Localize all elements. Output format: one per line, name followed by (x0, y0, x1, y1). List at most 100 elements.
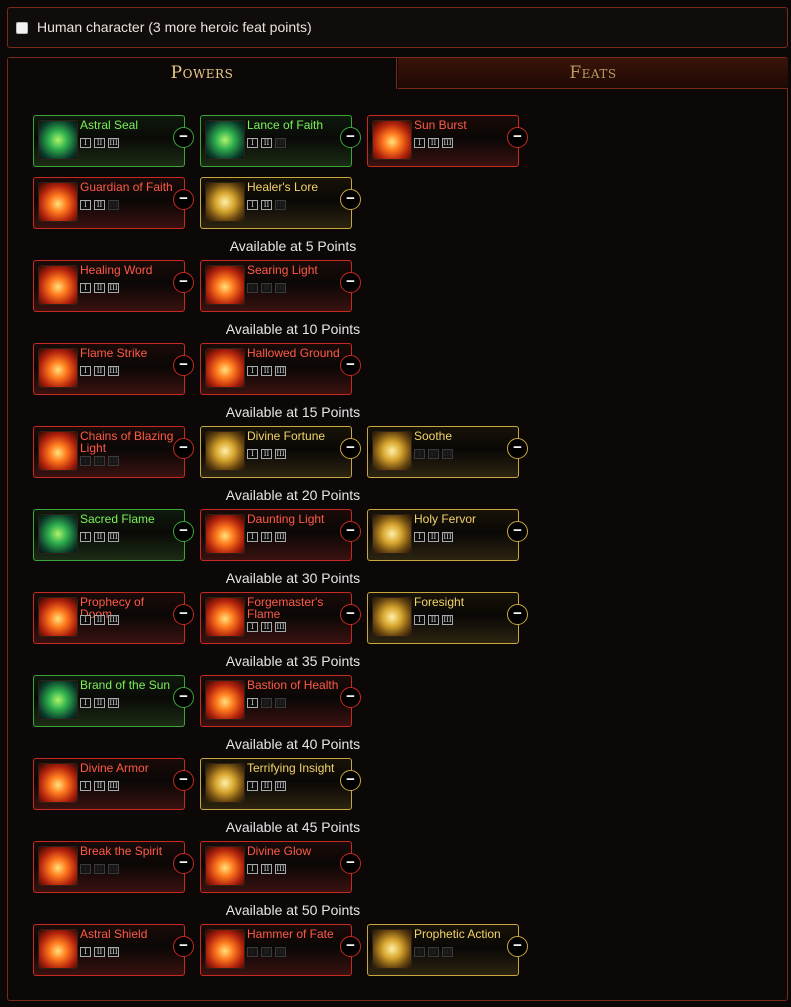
power-card-prophetic-action[interactable]: Prophetic Action I II III − (367, 924, 528, 976)
rank-3-button[interactable]: III (442, 532, 453, 542)
power-card-divine-armor[interactable]: Divine Armor I II III − (33, 758, 194, 810)
rank-1-button[interactable]: I (247, 449, 258, 459)
power-card-prophecy-of-doom[interactable]: Prophecy of Doom I II III − (33, 592, 194, 644)
tab-feats[interactable]: Feats (398, 58, 788, 89)
remove-power-button[interactable]: − (507, 438, 528, 459)
power-card-hammer-of-fate[interactable]: Hammer of Fate I II III − (200, 924, 361, 976)
rank-2-button[interactable]: II (94, 781, 105, 791)
remove-power-button[interactable]: − (173, 604, 194, 625)
remove-power-button[interactable]: − (173, 521, 194, 542)
power-card-flame-strike[interactable]: Flame Strike I II III − (33, 343, 194, 395)
rank-3-button[interactable]: III (108, 864, 119, 874)
rank-1-button[interactable]: I (414, 138, 425, 148)
rank-3-button[interactable]: III (108, 615, 119, 625)
rank-1-button[interactable]: I (414, 532, 425, 542)
rank-3-button[interactable]: III (108, 283, 119, 293)
power-card-sacred-flame[interactable]: Sacred Flame I II III − (33, 509, 194, 561)
rank-2-button[interactable]: II (94, 698, 105, 708)
rank-3-button[interactable]: III (275, 532, 286, 542)
rank-3-button[interactable]: III (108, 456, 119, 466)
rank-3-button[interactable]: III (275, 449, 286, 459)
rank-2-button[interactable]: II (261, 947, 272, 957)
remove-power-button[interactable]: − (340, 604, 361, 625)
power-card-break-the-spirit[interactable]: Break the Spirit I II III − (33, 841, 194, 893)
rank-1-button[interactable]: I (80, 138, 91, 148)
remove-power-button[interactable]: − (173, 687, 194, 708)
power-card-lance-of-faith[interactable]: Lance of Faith I II III − (200, 115, 361, 167)
rank-3-button[interactable]: III (108, 138, 119, 148)
rank-2-button[interactable]: II (94, 864, 105, 874)
rank-1-button[interactable]: I (247, 781, 258, 791)
remove-power-button[interactable]: − (173, 438, 194, 459)
rank-2-button[interactable]: II (261, 366, 272, 376)
remove-power-button[interactable]: − (173, 189, 194, 210)
rank-2-button[interactable]: II (428, 615, 439, 625)
rank-2-button[interactable]: II (261, 200, 272, 210)
remove-power-button[interactable]: − (173, 770, 194, 791)
rank-1-button[interactable]: I (247, 622, 258, 632)
rank-2-button[interactable]: II (94, 532, 105, 542)
rank-1-button[interactable]: I (80, 615, 91, 625)
rank-3-button[interactable]: III (108, 947, 119, 957)
rank-2-button[interactable]: II (261, 532, 272, 542)
remove-power-button[interactable]: − (173, 272, 194, 293)
remove-power-button[interactable]: − (340, 770, 361, 791)
rank-1-button[interactable]: I (247, 947, 258, 957)
remove-power-button[interactable]: − (340, 853, 361, 874)
remove-power-button[interactable]: − (340, 687, 361, 708)
power-card-divine-fortune[interactable]: Divine Fortune I II III − (200, 426, 361, 478)
rank-3-button[interactable]: III (275, 947, 286, 957)
rank-1-button[interactable]: I (247, 138, 258, 148)
rank-1-button[interactable]: I (80, 532, 91, 542)
rank-1-button[interactable]: I (80, 947, 91, 957)
power-card-chains-of-blazing-light[interactable]: Chains of Blazing Light I II III − (33, 426, 194, 478)
human-character-checkbox[interactable] (16, 22, 28, 34)
remove-power-button[interactable]: − (507, 604, 528, 625)
rank-3-button[interactable]: III (442, 138, 453, 148)
rank-2-button[interactable]: II (94, 138, 105, 148)
rank-1-button[interactable]: I (414, 947, 425, 957)
rank-2-button[interactable]: II (261, 622, 272, 632)
remove-power-button[interactable]: − (507, 127, 528, 148)
rank-3-button[interactable]: III (275, 200, 286, 210)
rank-1-button[interactable]: I (247, 283, 258, 293)
rank-1-button[interactable]: I (80, 864, 91, 874)
rank-2-button[interactable]: II (261, 283, 272, 293)
rank-2-button[interactable]: II (94, 947, 105, 957)
rank-2-button[interactable]: II (428, 532, 439, 542)
rank-3-button[interactable]: III (275, 781, 286, 791)
rank-3-button[interactable]: III (108, 200, 119, 210)
remove-power-button[interactable]: − (340, 438, 361, 459)
rank-1-button[interactable]: I (414, 615, 425, 625)
rank-1-button[interactable]: I (80, 366, 91, 376)
remove-power-button[interactable]: − (340, 272, 361, 293)
power-card-terrifying-insight[interactable]: Terrifying Insight I II III − (200, 758, 361, 810)
remove-power-button[interactable]: − (507, 521, 528, 542)
rank-2-button[interactable]: II (261, 864, 272, 874)
power-card-foresight[interactable]: Foresight I II III − (367, 592, 528, 644)
tab-powers[interactable]: Powers (8, 58, 397, 89)
rank-3-button[interactable]: III (108, 698, 119, 708)
rank-2-button[interactable]: II (261, 138, 272, 148)
power-card-sun-burst[interactable]: Sun Burst I II III − (367, 115, 528, 167)
rank-3-button[interactable]: III (275, 138, 286, 148)
rank-2-button[interactable]: II (261, 781, 272, 791)
rank-2-button[interactable]: II (428, 947, 439, 957)
rank-1-button[interactable]: I (247, 698, 258, 708)
rank-2-button[interactable]: II (94, 283, 105, 293)
remove-power-button[interactable]: − (173, 936, 194, 957)
rank-1-button[interactable]: I (80, 698, 91, 708)
power-card-guardian-of-faith[interactable]: Guardian of Faith I II III − (33, 177, 194, 229)
rank-2-button[interactable]: II (261, 449, 272, 459)
power-card-forgemasters-flame[interactable]: Forgemaster's Flame I II III − (200, 592, 361, 644)
rank-1-button[interactable]: I (247, 366, 258, 376)
rank-2-button[interactable]: II (428, 138, 439, 148)
power-card-divine-glow[interactable]: Divine Glow I II III − (200, 841, 361, 893)
rank-2-button[interactable]: II (94, 456, 105, 466)
power-card-healing-word[interactable]: Healing Word I II III − (33, 260, 194, 312)
rank-3-button[interactable]: III (442, 449, 453, 459)
remove-power-button[interactable]: − (507, 936, 528, 957)
power-card-healers-lore[interactable]: Healer's Lore I II III − (200, 177, 361, 229)
remove-power-button[interactable]: − (340, 355, 361, 376)
remove-power-button[interactable]: − (340, 127, 361, 148)
